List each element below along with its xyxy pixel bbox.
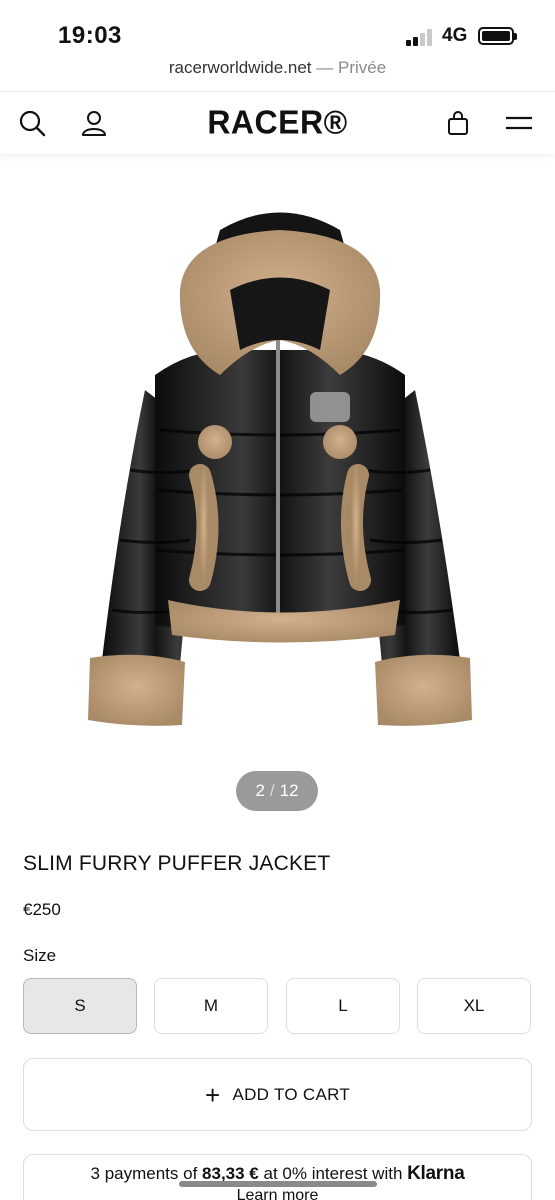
add-to-cart-label: ADD TO CART [232,1084,351,1104]
url-domain: racerworldwide.net [168,58,312,77]
status-time: 19:03 [58,22,122,49]
site-header: RACER® [0,92,555,154]
menu-icon[interactable] [502,106,536,140]
size-option-l[interactable]: L [286,978,400,1034]
product-image[interactable] [60,180,500,740]
status-bar: 19:03 4G [0,0,555,58]
plus-icon: + [204,1079,221,1110]
size-label: Size [23,946,57,965]
image-pager: 2 / 12 [236,771,318,811]
home-indicator [179,1181,377,1187]
url-bar[interactable]: racerworldwide.net — Privée [0,58,555,92]
size-option-m[interactable]: M [154,978,268,1034]
cart-bag-icon[interactable] [441,106,475,140]
klarna-logo: Klarna [407,1163,465,1184]
size-option-s[interactable]: S [23,978,137,1034]
add-to-cart-button[interactable]: + ADD TO CART [23,1058,532,1131]
url-separator: — [316,58,334,77]
pager-total: 12 [279,781,299,800]
network-type: 4G [442,25,468,46]
learn-more-link[interactable]: Learn more [24,1187,531,1200]
pager-separator: / [269,781,275,800]
product-price: €250 [23,900,61,919]
product-title: SLIM FURRY PUFFER JACKET [23,852,331,875]
pager-current: 2 [255,781,265,800]
battery-icon [478,27,517,45]
signal-icon [406,28,436,46]
klarna-banner[interactable]: 3 payments of 83,33 € at 0% interest wit… [23,1154,532,1200]
size-option-xl[interactable]: XL [417,978,531,1034]
private-mode-label: Privée [337,58,387,77]
